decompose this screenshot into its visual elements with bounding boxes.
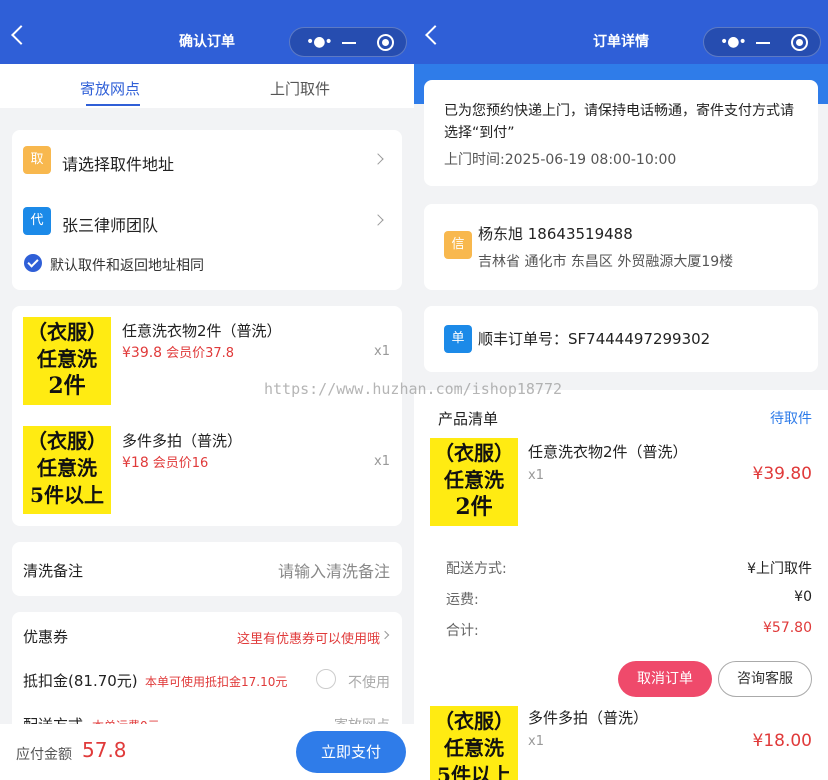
product-image-line: （衣服） xyxy=(27,320,107,344)
coupon-link[interactable]: 这里有优惠券可以使用哦 xyxy=(237,628,380,647)
pickup-badge: 取 xyxy=(23,146,51,174)
mini-program-capsule: •●• xyxy=(289,27,407,57)
pay-label: 应付金额 xyxy=(16,747,72,763)
remark-label: 清洗备注 xyxy=(23,562,84,580)
product-image-line: 5件以上 xyxy=(30,483,104,507)
product-image-line: 任意洗 xyxy=(37,347,97,371)
tab-bar: 寄放网点 上门取件 xyxy=(0,64,414,108)
contact-badge: 信 xyxy=(444,231,472,259)
deduction-note: 本单可使用抵扣金17.10元 xyxy=(145,675,288,689)
pay-bar: 应付金额 57.8 立即支付 xyxy=(0,724,414,780)
order-status: 待取件 xyxy=(770,411,812,427)
product-image-line: 5件以上 xyxy=(437,763,511,780)
summary-key: 合计: xyxy=(446,623,479,639)
price-value: ¥39.8 xyxy=(122,345,163,361)
product-image-line: （衣服） xyxy=(434,441,514,465)
close-icon[interactable] xyxy=(377,34,394,51)
more-icon[interactable]: •●• xyxy=(306,34,333,50)
product-image-line: （衣服） xyxy=(434,709,514,733)
remark-card: 清洗备注 请输入清洗备注 xyxy=(12,542,402,596)
product-price: ¥18 会员价16 xyxy=(122,452,208,471)
product-qty: x1 xyxy=(528,468,544,483)
product-image: （衣服） 任意洗 2件 xyxy=(23,317,111,405)
member-price: 会员价16 xyxy=(152,456,209,471)
product-list-title: 产品清单 xyxy=(438,410,499,428)
product-qty: x1 xyxy=(374,344,390,359)
check-icon[interactable] xyxy=(24,254,42,272)
summary-total: ¥57.80 xyxy=(763,620,812,636)
summary-value: ¥上门取件 xyxy=(747,561,812,577)
product-name: 多件多拍（普洗） xyxy=(528,709,649,727)
product-name: 任意洗衣物2件（普洗） xyxy=(528,443,688,461)
deduction-option[interactable]: 不使用 xyxy=(348,672,390,692)
watermark-text: https://www.huzhan.com/ishop18772 xyxy=(264,380,563,398)
product-qty: x1 xyxy=(374,454,390,469)
nav-bar: 订单详情 •●• xyxy=(414,0,828,64)
cancel-order-button[interactable]: 取消订单 xyxy=(618,661,712,697)
more-icon[interactable]: •●• xyxy=(720,34,747,50)
agent-name[interactable]: 张三律师团队 xyxy=(62,212,158,236)
product-image: （衣服） 任意洗 5件以上 xyxy=(430,706,518,780)
mini-program-capsule: •●• xyxy=(703,27,821,57)
contact-name-phone: 杨东旭 18643519488 xyxy=(478,225,633,243)
pickup-time: 上门时间:2025-06-19 08:00-10:00 xyxy=(444,152,677,168)
waybill-badge: 单 xyxy=(444,325,472,353)
contact-address: 吉林省 通化市 东昌区 外贸融源大厦19楼 xyxy=(478,254,734,270)
coupon-label: 优惠券 xyxy=(23,628,69,646)
chevron-right-icon[interactable] xyxy=(372,214,384,226)
product-price: ¥39.80 xyxy=(752,464,812,484)
product-image-line: （衣服） xyxy=(27,429,107,453)
member-price: 会员价37.8 xyxy=(166,346,235,361)
product-qty: x1 xyxy=(528,734,544,749)
product-image-line: 2件 xyxy=(48,373,86,399)
notice-text: 已为您预约快递上门，请保持电话畅通，寄件支付方式请选择“到付” xyxy=(444,103,794,141)
product-name: 多件多拍（普洗） xyxy=(122,432,243,450)
products-card: （衣服） 任意洗 2件 任意洗衣物2件（普洗） ¥39.8 会员价37.8 x1 … xyxy=(12,306,402,526)
summary-value: ¥0 xyxy=(794,589,812,605)
product-price: ¥18.00 xyxy=(752,731,812,751)
minimize-icon[interactable] xyxy=(756,42,770,44)
customer-service-button[interactable]: 咨询客服 xyxy=(718,661,812,697)
product-image-line: 2件 xyxy=(455,494,493,520)
chevron-right-icon[interactable] xyxy=(372,153,384,165)
product-price: ¥39.8 会员价37.8 xyxy=(122,342,234,361)
summary-key: 运费: xyxy=(446,592,479,608)
nav-bar: 确认订单 •●• xyxy=(0,0,414,64)
contact-card: 信 杨东旭 18643519488 吉林省 通化市 东昌区 外贸融源大厦19楼 xyxy=(424,204,818,290)
product-name: 任意洗衣物2件（普洗） xyxy=(122,322,282,340)
pickup-address-label[interactable]: 请选择取件地址 xyxy=(62,151,174,175)
address-card: 取 请选择取件地址 代 张三律师团队 默认取件和返回地址相同 xyxy=(12,130,402,290)
product-image: （衣服） 任意洗 2件 xyxy=(430,438,518,526)
product-image: （衣服） 任意洗 5件以上 xyxy=(23,426,111,514)
remark-input[interactable]: 请输入清洗备注 xyxy=(278,558,390,582)
product-image-line: 任意洗 xyxy=(444,468,504,492)
minimize-icon[interactable] xyxy=(342,42,356,44)
notice-card: 已为您预约快递上门，请保持电话畅通，寄件支付方式请选择“到付” 上门时间:202… xyxy=(424,80,818,186)
product-image-line: 任意洗 xyxy=(444,736,504,760)
waybill-card: 单 顺丰订单号：SF7444497299302 xyxy=(424,306,818,372)
pay-button[interactable]: 立即支付 xyxy=(296,731,406,773)
agent-badge: 代 xyxy=(23,207,51,235)
close-icon[interactable] xyxy=(791,34,808,51)
pay-amount: 57.8 xyxy=(82,738,127,762)
chevron-right-icon[interactable] xyxy=(380,630,390,640)
summary-key: 配送方式: xyxy=(446,561,507,577)
deduction-radio[interactable] xyxy=(316,669,336,689)
same-address-label: 默认取件和返回地址相同 xyxy=(50,258,204,274)
active-tab-indicator xyxy=(86,104,140,106)
discount-card: 优惠券 这里有优惠券可以使用哦 抵扣金(81.70元) 本单可使用抵扣金17.1… xyxy=(12,612,402,742)
deduction-label: 抵扣金(81.70元) xyxy=(23,672,138,690)
waybill-number: 顺丰订单号：SF7444497299302 xyxy=(478,330,711,348)
tab-drop-point[interactable]: 寄放网点 xyxy=(80,78,140,99)
tab-home-pickup[interactable]: 上门取件 xyxy=(270,78,330,99)
product-image-line: 任意洗 xyxy=(37,456,97,480)
product-list: 产品清单 待取件 （衣服） 任意洗 2件 任意洗衣物2件（普洗） x1 ¥39.… xyxy=(414,390,828,780)
price-value: ¥18 xyxy=(122,455,149,471)
